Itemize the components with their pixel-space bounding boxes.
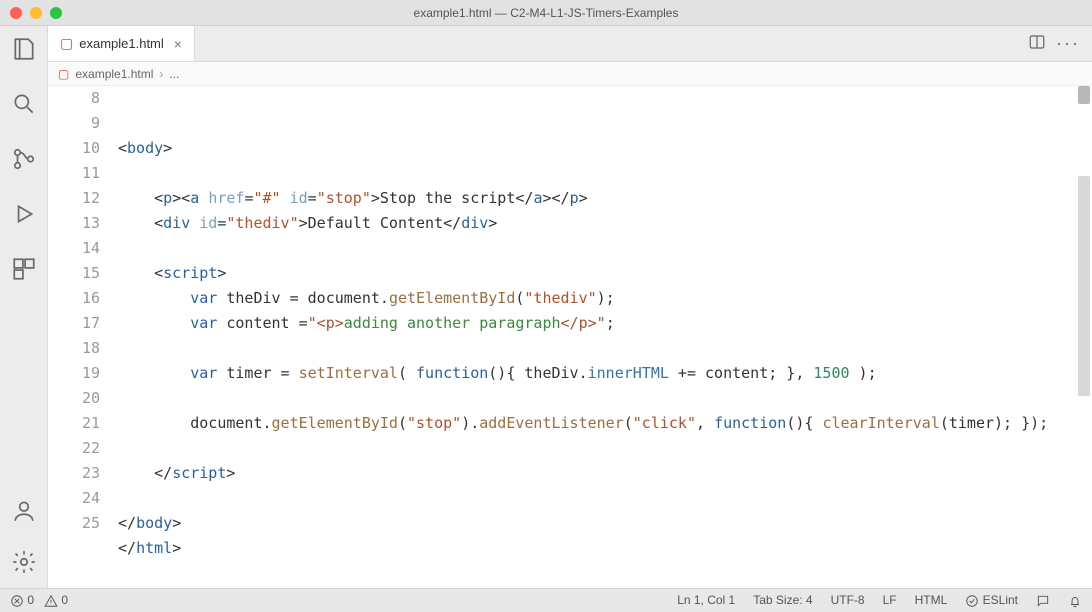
titlebar: example1.html — C2-M4-L1-JS-Timers-Examp… xyxy=(0,0,1092,26)
eslint-status[interactable]: ESLint xyxy=(965,593,1018,608)
code-lines[interactable]: <body> <p><a href="#" id="stop">Stop the… xyxy=(118,86,1092,588)
tab-label: example1.html xyxy=(79,36,164,51)
extensions-icon[interactable] xyxy=(11,256,37,285)
run-debug-icon[interactable] xyxy=(11,201,37,230)
main: ▢ example1.html × ··· ▢ example1.html › … xyxy=(0,26,1092,588)
breadcrumb[interactable]: ▢ example1.html › ... xyxy=(48,62,1092,86)
search-icon[interactable] xyxy=(11,91,37,120)
html5-icon: ▢ xyxy=(60,35,73,52)
breadcrumb-more[interactable]: ... xyxy=(169,67,179,81)
line-number-gutter: 8910111213141516171819202122232425 xyxy=(48,86,118,588)
notifications-icon[interactable] xyxy=(1068,593,1082,608)
tab-close-icon[interactable]: × xyxy=(174,36,182,52)
problems-errors[interactable]: 0 xyxy=(10,593,34,608)
scrollbar-thumb[interactable] xyxy=(1078,176,1090,396)
activity-bar xyxy=(0,26,48,588)
tabs-row: ▢ example1.html × ··· xyxy=(48,26,1092,62)
source-control-icon[interactable] xyxy=(11,146,37,175)
breadcrumb-file[interactable]: example1.html xyxy=(75,67,153,81)
more-actions-icon[interactable]: ··· xyxy=(1056,33,1080,54)
code-editor[interactable]: 8910111213141516171819202122232425 <body… xyxy=(48,86,1092,588)
account-icon[interactable] xyxy=(11,498,37,527)
settings-gear-icon[interactable] xyxy=(11,549,37,578)
html5-icon: ▢ xyxy=(58,67,69,81)
split-editor-icon[interactable] xyxy=(1028,33,1046,54)
chevron-right-icon: › xyxy=(159,67,163,81)
editor-actions: ··· xyxy=(1028,26,1092,61)
encoding[interactable]: UTF-8 xyxy=(831,593,865,607)
problems-warnings[interactable]: 0 xyxy=(44,593,68,608)
tab-example1[interactable]: ▢ example1.html × xyxy=(48,26,195,61)
explorer-icon[interactable] xyxy=(11,36,37,65)
minimap-marker xyxy=(1078,86,1090,104)
tab-size[interactable]: Tab Size: 4 xyxy=(753,593,812,607)
scrollbar-track[interactable] xyxy=(1078,86,1090,588)
feedback-icon[interactable] xyxy=(1036,593,1050,608)
eol[interactable]: LF xyxy=(883,593,897,607)
language-mode[interactable]: HTML xyxy=(915,593,948,607)
window-title: example1.html — C2-M4-L1-JS-Timers-Examp… xyxy=(0,6,1092,20)
status-bar: 0 0 Ln 1, Col 1 Tab Size: 4 UTF-8 LF HTM… xyxy=(0,588,1092,612)
editor-group: ▢ example1.html × ··· ▢ example1.html › … xyxy=(48,26,1092,588)
cursor-position[interactable]: Ln 1, Col 1 xyxy=(677,593,735,607)
